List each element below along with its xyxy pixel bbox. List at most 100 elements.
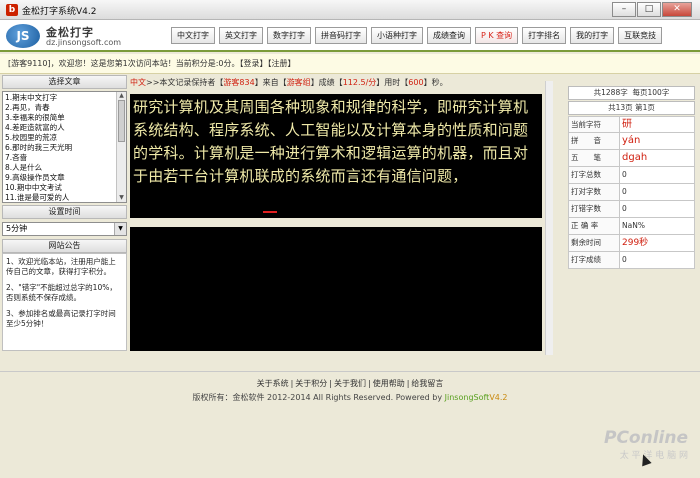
nav-tab-pk-query[interactable]: P K 查询 <box>475 27 519 44</box>
time-select[interactable]: 5分钟 ▼ <box>2 222 127 236</box>
page-scrollbar[interactable] <box>545 81 553 355</box>
stat-row-total-typed: 打字总数 0 <box>568 167 695 184</box>
watermark-logo: PConline <box>603 428 688 448</box>
footer-divider <box>0 371 700 372</box>
welcome-notice: [游客9110]，欢迎您！这是您第1次访问本站！当前积分是:0分。【登录】【注册… <box>0 54 700 74</box>
scroll-down-icon[interactable]: ▼ <box>117 194 126 202</box>
list-item[interactable]: 6.那时的我三天光明 <box>5 143 113 153</box>
chevron-down-icon[interactable]: ▼ <box>114 223 126 235</box>
nav-tab-ranking[interactable]: 打字排名 <box>522 27 567 44</box>
copyright: 版权所有：金松软件 2012-2014 All Rights Reserved.… <box>0 392 700 403</box>
list-item[interactable]: 7.吝啬 <box>5 153 113 163</box>
logo-badge: JS <box>6 24 40 48</box>
stat-row-remaining-time: 剩余时间 299秒 <box>568 235 695 252</box>
stat-label: 正 确 率 <box>569 218 620 234</box>
record-score-label: 】成绩【 <box>310 78 343 87</box>
stat-label: 打错字数 <box>569 201 620 217</box>
stat-row-current-char: 当前字符研 <box>568 116 695 133</box>
window-titlebar: b 金松打字系统V4.2 – □ ✕ <box>0 0 700 20</box>
stat-label: 打对字数 <box>569 184 620 200</box>
nav-tab-pinyin[interactable]: 拼音码打字 <box>315 27 367 44</box>
stat-row-wrong: 打错字数 0 <box>568 201 695 218</box>
nav-tab-score-query[interactable]: 成绩查询 <box>427 27 471 44</box>
announcement-item: 2、"错字"不能超过总字的10%，否则系统不保存成绩。 <box>6 283 117 302</box>
word-count-header: 共1288字 每页100字 <box>568 86 695 100</box>
announcement-item: 1、欢迎光临本站，注册用户能上传自己的文章，获得打字积分。 <box>6 257 116 276</box>
footer-link-about-us[interactable]: 关于我们 <box>332 379 368 388</box>
list-item[interactable]: 5.校园里的荒凉 <box>5 133 113 143</box>
footer-links: 关于系统 | 关于积分 | 关于我们 | 使用帮助 | 给我留言 <box>255 379 445 388</box>
typing-input-panel[interactable] <box>130 227 542 351</box>
time-select-value: 5分钟 <box>6 224 28 233</box>
record-time-suffix: 】秒。 <box>423 78 448 87</box>
record-score: 112.5/分 <box>342 78 377 87</box>
announcement-header: 网站公告 <box>2 239 127 253</box>
copyright-text: 版权所有：金松软件 2012-2014 All Rights Reserved.… <box>192 393 445 402</box>
list-item[interactable]: 9.高级操作员文章 <box>5 173 113 183</box>
list-item[interactable]: 10.期中中文考试 <box>5 183 113 193</box>
reference-text: 研究计算机及其周围各种现象和规律的科学，即研究计算机系统结构、程序系统、人工智能… <box>133 98 529 185</box>
scrollbar-thumb[interactable] <box>118 100 125 142</box>
total-chars: 共1288字 <box>593 88 628 97</box>
record-time-label: 】用时【 <box>376 78 409 87</box>
nav-tab-minor-language[interactable]: 小语种打字 <box>371 27 423 44</box>
stat-label: 五 笔 <box>569 150 620 166</box>
list-item[interactable]: 4.差距造就富的人 <box>5 123 113 133</box>
stats-panel: 共1288字 每页100字 共13页 第1页 当前字符研 拼 音 yán 五 笔d… <box>568 86 695 269</box>
list-item[interactable]: 11.谁是最可爱的人 <box>5 193 113 202</box>
main-nav: 中文打字 英文打字 数字打字 拼音码打字 小语种打字 成绩查询 P K 查询 打… <box>171 27 666 44</box>
stat-label: 剩余时间 <box>569 235 620 251</box>
copyright-brand[interactable]: JinsongSoft <box>445 393 490 402</box>
reference-text-panel: 研究计算机及其周围各种现象和规律的科学，即研究计算机系统结构、程序系统、人工智能… <box>130 94 542 218</box>
list-item[interactable]: 1.期末中文打字 <box>5 93 113 103</box>
nav-tab-english[interactable]: 英文打字 <box>219 27 263 44</box>
stat-value: 299秒 <box>622 238 649 248</box>
minimize-button[interactable]: – <box>612 2 636 17</box>
list-item[interactable]: 3.幸福来的很简单 <box>5 113 113 123</box>
left-panel: 选择文章 1.期末中文打字 2.再见，青春 3.幸福来的很简单 4.差距造就富的… <box>2 75 127 351</box>
record-time: 600 <box>408 78 424 87</box>
record-holder: 游客834 <box>223 78 255 87</box>
record-info: 中文>>本文记录保持者【游客834】来自【游客组】成绩【112.5/分】用时【6… <box>130 77 448 88</box>
current-char-marker <box>263 211 277 213</box>
nav-tab-online-compete[interactable]: 互联竞技 <box>618 27 663 44</box>
article-list[interactable]: 1.期末中文打字 2.再见，青春 3.幸福来的很简单 4.差距造就富的人 5.校… <box>2 91 127 203</box>
stat-label: 打字成绩 <box>569 252 620 268</box>
time-setting-header: 设置时间 <box>2 205 127 219</box>
nav-tab-number[interactable]: 数字打字 <box>267 27 311 44</box>
app-icon: b <box>6 4 18 16</box>
stat-value: 0 <box>622 255 627 264</box>
site-header: JS 金松打字 dz.jinsongsoft.com 中文打字 英文打字 数字打… <box>0 20 700 52</box>
window-title: 金松打字系统V4.2 <box>22 7 97 17</box>
close-button[interactable]: ✕ <box>662 2 692 17</box>
footer-link-about-points[interactable]: 关于积分 <box>293 379 329 388</box>
logo-url: dz.jinsongsoft.com <box>46 38 122 47</box>
record-from-label: 】来自【 <box>254 78 287 87</box>
nav-tab-chinese[interactable]: 中文打字 <box>171 27 215 44</box>
footer-link-about-system[interactable]: 关于系统 <box>255 379 291 388</box>
chars-per-page: 每页100字 <box>632 88 670 97</box>
record-prefix: >>本文记录保持者【 <box>146 78 224 87</box>
article-list-scrollbar[interactable]: ▲ ▼ <box>116 92 126 202</box>
stat-label: 当前字符 <box>569 117 620 132</box>
scroll-up-icon[interactable]: ▲ <box>117 92 126 100</box>
stat-value: 研 <box>622 119 632 130</box>
page-info: 共13页 第1页 <box>568 101 695 115</box>
stat-row-accuracy: 正 确 率 NaN% <box>568 218 695 235</box>
stat-row-pinyin: 拼 音 yán <box>568 133 695 150</box>
stat-label: 打字总数 <box>569 167 620 183</box>
announcement-box: 1、欢迎光临本站，注册用户能上传自己的文章，获得打字积分。 2、"错字"不能超过… <box>2 253 127 351</box>
list-item[interactable]: 8.人是什么 <box>5 163 113 173</box>
footer-link-help[interactable]: 使用帮助 <box>371 379 407 388</box>
stat-value: yán <box>622 135 641 146</box>
article-list-header: 选择文章 <box>2 75 127 89</box>
window-controls: – □ ✕ <box>611 2 692 17</box>
typing-input[interactable] <box>130 227 542 351</box>
list-item[interactable]: 2.再见，青春 <box>5 103 113 113</box>
maximize-button[interactable]: □ <box>637 2 661 17</box>
footer-link-message[interactable]: 给我留言 <box>409 379 445 388</box>
stat-value: 0 <box>622 204 627 213</box>
stat-row-wubi: 五 笔 dgah <box>568 150 695 167</box>
nav-tab-my-typing[interactable]: 我的打字 <box>570 27 615 44</box>
language-label: 中文 <box>130 78 146 87</box>
